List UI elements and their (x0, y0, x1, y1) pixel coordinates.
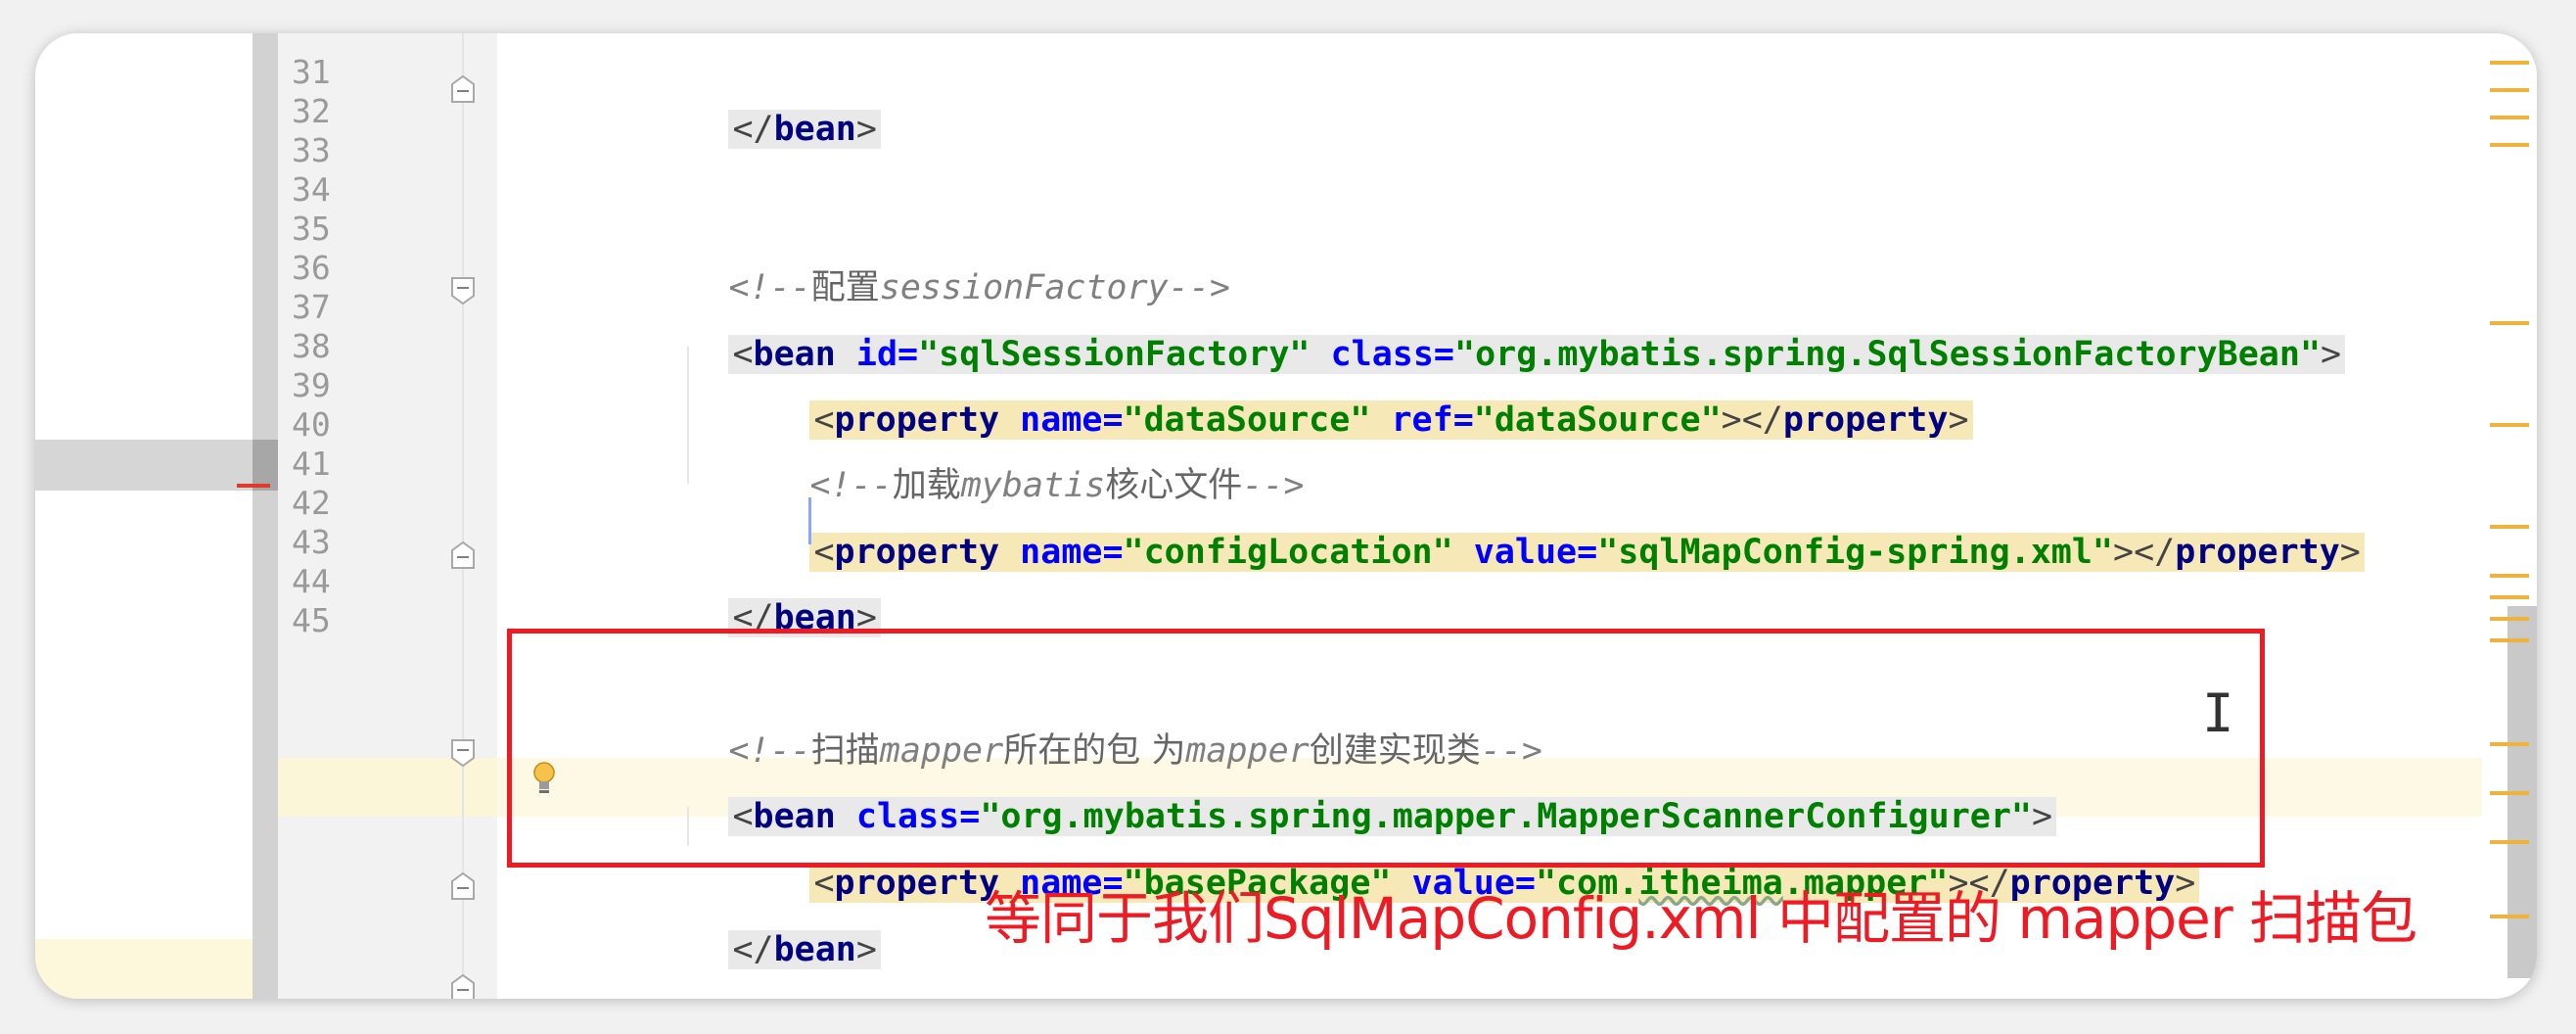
tag-highlight: </bean> (728, 930, 881, 969)
warning-marker[interactable] (2490, 423, 2529, 427)
code-line-33[interactable]: <!--配置sessionFactory--> (605, 200, 1230, 307)
attr-name: name= (1020, 533, 1124, 572)
warning-marker[interactable] (2490, 321, 2529, 325)
bracket: > (2339, 533, 2361, 572)
fold-marker-icon[interactable] (449, 276, 477, 306)
error-marker (237, 484, 270, 488)
project-panel[interactable] (35, 33, 253, 999)
tag-highlight: </bean> (728, 110, 881, 149)
warning-marker[interactable] (2490, 61, 2529, 65)
attr-value: "configLocation" (1123, 533, 1453, 572)
fold-marker-icon[interactable] (449, 871, 477, 901)
line-number: 45 (292, 601, 331, 639)
tag-highlight: <property name="configLocation" value="s… (809, 533, 2365, 572)
warning-marker[interactable] (2490, 143, 2529, 147)
bracket: ></ (1721, 400, 1783, 440)
warning-marker[interactable] (2490, 88, 2529, 92)
project-panel-selected-row[interactable] (35, 440, 253, 491)
screenshot-card: 31 32 33 34 35 36 37 38 39 40 41 42 43 4… (35, 33, 2537, 999)
tag-name: bean (773, 930, 856, 969)
code-line-37[interactable]: <property name="configLocation" value="s… (686, 464, 2365, 572)
tag-name: bean (773, 110, 856, 149)
warning-marker[interactable] (2490, 638, 2529, 642)
tag-name: property (1782, 400, 1949, 440)
project-panel-scrollbar[interactable] (253, 33, 278, 999)
bracket: > (855, 110, 877, 149)
warning-marker[interactable] (2490, 595, 2529, 599)
line-numbers: 31 32 33 34 35 36 37 38 39 40 41 42 43 4… (278, 33, 395, 999)
fold-rail (462, 33, 464, 999)
code-line-31[interactable]: </bean> (605, 41, 881, 149)
text-caret (808, 497, 811, 544)
code-line-36[interactable]: <!--加载mybatis核心文件--> (686, 398, 1304, 505)
warning-marker[interactable] (2490, 791, 2529, 795)
warning-marker[interactable] (2490, 525, 2529, 529)
attr-name: value= (1473, 533, 1598, 572)
bracket: > (855, 930, 877, 969)
warning-marker[interactable] (2490, 574, 2529, 578)
attr-value: "sqlMapConfig-spring.xml" (1597, 533, 2113, 572)
code-line-38[interactable]: </bean> (605, 530, 881, 637)
annotation-box (507, 629, 2265, 868)
fold-marker-icon[interactable] (449, 540, 477, 570)
code-line-35[interactable]: <property name="dataSource" ref="dataSou… (686, 332, 1973, 440)
code-line-45[interactable]: </beans> (495, 964, 792, 999)
fold-marker-icon[interactable] (449, 973, 477, 999)
code-line-34[interactable]: <bean id="sqlSessionFactory" class="org.… (605, 266, 2346, 374)
attr-value: "dataSource" (1473, 400, 1722, 440)
bracket: </ (732, 110, 774, 149)
fold-marker-icon[interactable] (449, 738, 477, 768)
annotation-text: 等同于我们SqlMapConfig.xml 中配置的 mapper 扫描包 (985, 885, 2417, 952)
attr-name: ref= (1391, 400, 1474, 440)
bracket: </ (732, 930, 774, 969)
project-panel-highlight-row (35, 939, 253, 999)
tag-name: property (2175, 533, 2340, 572)
warning-marker[interactable] (2490, 915, 2529, 918)
bracket: > (2321, 335, 2342, 374)
bracket: ></ (2113, 533, 2176, 572)
fold-marker-icon[interactable] (449, 74, 477, 104)
bracket: > (1948, 400, 1969, 440)
code-line-43[interactable]: </bean> (605, 862, 881, 969)
warning-marker[interactable] (2490, 840, 2529, 844)
warning-marker[interactable] (2490, 617, 2529, 621)
warning-marker[interactable] (2490, 116, 2529, 119)
warning-marker[interactable] (2490, 742, 2529, 746)
